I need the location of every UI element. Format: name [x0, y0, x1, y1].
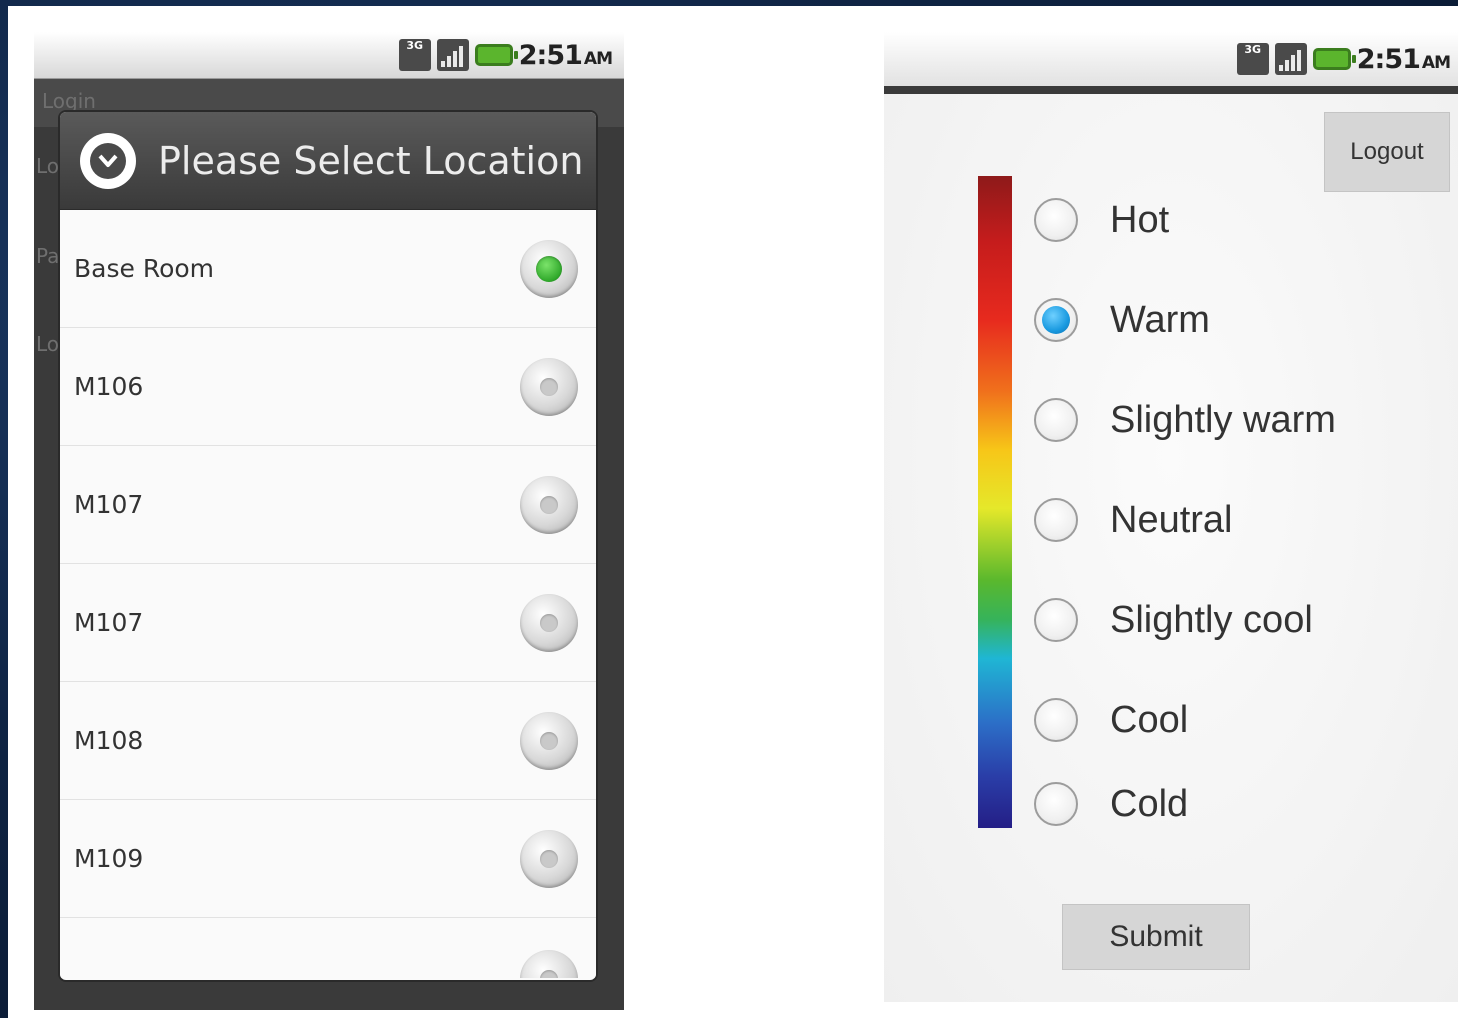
dialog-header: Please Select Location [60, 112, 596, 210]
status-time: 2:51 AM [1356, 43, 1451, 75]
location-radio[interactable] [520, 950, 578, 978]
comfort-option-neutral[interactable]: Neutral [1034, 490, 1233, 550]
comfort-label: Slightly warm [1110, 398, 1336, 441]
status-icons: 3G 2:51 AM [398, 38, 613, 72]
location-option-partial[interactable] [60, 918, 596, 978]
battery-icon [474, 44, 518, 66]
location-radio[interactable] [520, 829, 578, 888]
dropdown-circle-icon [80, 132, 136, 189]
location-radio[interactable] [520, 711, 578, 770]
signal-strength-icon [436, 39, 469, 71]
thermal-color-scale [978, 176, 1012, 828]
comfort-label: Neutral [1110, 498, 1233, 541]
status-time: 2:51 AM [518, 39, 613, 71]
comfort-radio[interactable] [1034, 398, 1078, 442]
comfort-label: Slightly cool [1110, 598, 1313, 641]
location-label: M109 [74, 844, 144, 873]
network-3g-icon: 3G [1236, 43, 1269, 75]
background-hint: Lo [36, 154, 60, 178]
location-option-m106[interactable]: M106 [60, 328, 596, 446]
comfort-radio-selected[interactable] [1034, 298, 1078, 342]
comfort-radio[interactable] [1034, 698, 1078, 742]
location-dialog: Please Select Location Base Room M106 M1… [60, 112, 596, 980]
location-radio-selected[interactable] [520, 239, 578, 298]
comfort-option-hot[interactable]: Hot [1034, 190, 1169, 250]
location-label: Base Room [74, 254, 215, 283]
background-hint: Pa [36, 244, 60, 268]
comfort-option-warm[interactable]: Warm [1034, 290, 1210, 350]
comfort-option-cold[interactable]: Cold [1034, 774, 1188, 834]
comfort-option-slightly-warm[interactable]: Slightly warm [1034, 390, 1336, 450]
comfort-label: Warm [1110, 298, 1210, 341]
location-label: M108 [74, 726, 144, 755]
comfort-label: Cold [1110, 782, 1189, 825]
comfort-radio[interactable] [1034, 498, 1078, 542]
location-option-m108[interactable]: M108 [60, 682, 596, 800]
location-option-m107-second[interactable]: M107 [60, 564, 596, 682]
comfort-radio[interactable] [1034, 598, 1078, 642]
comfort-radio[interactable] [1034, 198, 1078, 242]
comfort-option-slightly-cool[interactable]: Slightly cool [1034, 590, 1313, 650]
location-label: M106 [74, 372, 144, 401]
logout-button[interactable]: Logout [1324, 112, 1450, 192]
background-title: Login [42, 89, 96, 113]
status-icons: 3G 2:51 AM [1236, 42, 1451, 76]
submit-button[interactable]: Submit [1062, 904, 1250, 970]
location-radio[interactable] [520, 475, 578, 534]
comfort-content: Logout Hot Warm Slightly warm Neutral Sl… [884, 94, 1458, 1002]
location-label: M107 [74, 490, 144, 519]
background-hint: Lo [36, 332, 60, 356]
location-option-m109[interactable]: M109 [60, 800, 596, 918]
location-select-screen: 3G 2:51 AM Login Lo Pa Lo Please Select L… [34, 32, 624, 1010]
status-bar: 3G 2:51 AM [884, 32, 1458, 94]
network-3g-icon: 3G [398, 39, 431, 71]
location-radio[interactable] [520, 593, 578, 652]
signal-strength-icon [1274, 43, 1307, 75]
comfort-option-cool[interactable]: Cool [1034, 690, 1188, 750]
dialog-title: Please Select Location [158, 138, 584, 183]
location-label: M107 [74, 608, 144, 637]
comfort-vote-screen: 3G 2:51 AM Logout Hot Warm Slightly warm … [884, 32, 1458, 1002]
comfort-radio[interactable] [1034, 782, 1078, 826]
comfort-label: Hot [1110, 198, 1170, 241]
status-bar: 3G 2:51 AM [34, 32, 624, 79]
location-option-m107[interactable]: M107 [60, 446, 596, 564]
battery-icon [1312, 48, 1356, 70]
comfort-label: Cool [1110, 698, 1189, 741]
location-option-base-room[interactable]: Base Room [60, 210, 596, 328]
location-radio[interactable] [520, 357, 578, 416]
